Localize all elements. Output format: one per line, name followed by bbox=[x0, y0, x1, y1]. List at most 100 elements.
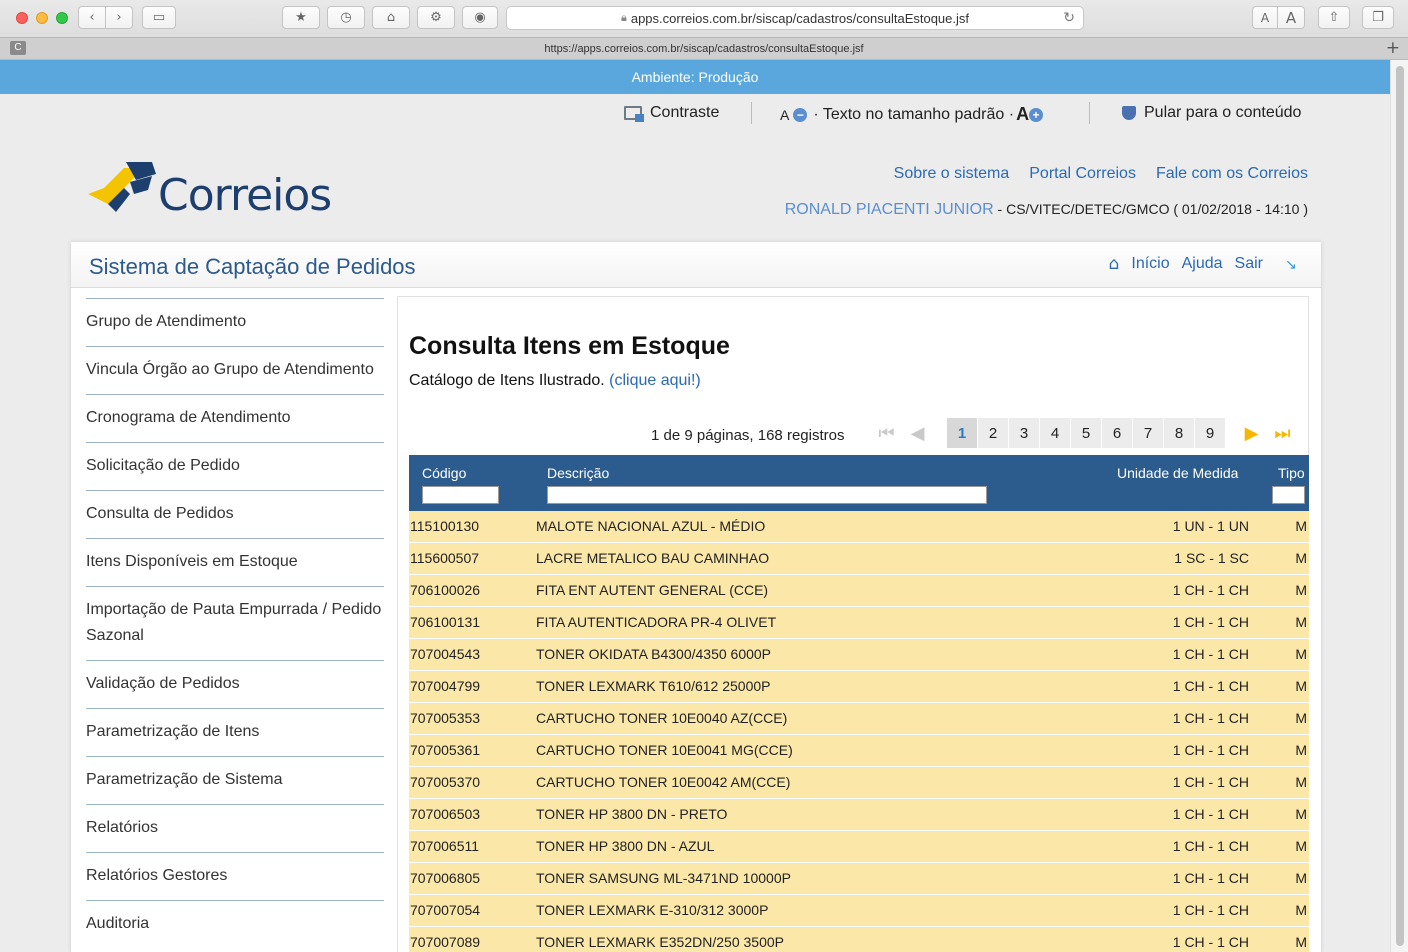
close-window-button[interactable] bbox=[16, 12, 28, 24]
table-row[interactable]: 115100130 MALOTE NACIONAL AZUL - MÉDIO 1 U… bbox=[409, 511, 1309, 543]
page-9-button[interactable]: 9 bbox=[1195, 418, 1226, 448]
sidebar-toggle-button[interactable]: ▭ bbox=[142, 6, 176, 29]
cell-descricao: CARTUCHO TONER 10E0042 AM(CCE) bbox=[536, 774, 791, 790]
table-row[interactable]: 707006511 TONER HP 3800 DN - AZUL 1 CH - 1… bbox=[409, 831, 1309, 863]
page-7-button[interactable]: 7 bbox=[1133, 418, 1164, 448]
sidebar-item-parametrizacao-sistema[interactable]: Parametrização de Sistema bbox=[86, 756, 384, 804]
cell-tipo: M bbox=[1295, 774, 1307, 790]
page-6-button[interactable]: 6 bbox=[1102, 418, 1133, 448]
page-5-button[interactable]: 5 bbox=[1071, 418, 1102, 448]
sidebar-item-relatorios[interactable]: Relatórios bbox=[86, 804, 384, 852]
page-4-button[interactable]: 4 bbox=[1040, 418, 1071, 448]
cell-unidade: 1 CH - 1 CH bbox=[1172, 774, 1249, 790]
portal-correios-link[interactable]: Portal Correios bbox=[1029, 165, 1136, 183]
reload-icon[interactable]: ↻ bbox=[1063, 10, 1075, 26]
bookmarks-button[interactable]: ★ bbox=[282, 6, 320, 29]
column-header-tipo[interactable]: Tipo bbox=[1278, 465, 1305, 481]
first-page-icon[interactable]: ⏮ bbox=[871, 418, 902, 448]
sidebar-item-grupo-atendimento[interactable]: Grupo de Atendimento bbox=[86, 298, 384, 346]
extension-button[interactable]: ◉ bbox=[462, 6, 498, 29]
descricao-filter-input[interactable] bbox=[547, 486, 987, 504]
minus-circle-icon[interactable]: − bbox=[793, 107, 808, 122]
sidebar-item-auditoria[interactable]: Auditoria bbox=[86, 900, 384, 948]
exit-link[interactable]: Sair bbox=[1235, 255, 1263, 273]
share-button[interactable]: ⇧ bbox=[1318, 6, 1350, 29]
favicon-icon: C bbox=[10, 41, 26, 55]
about-system-link[interactable]: Sobre o sistema bbox=[894, 165, 1010, 183]
table-row[interactable]: 707004543 TONER OKIDATA B4300/4350 6000P 1… bbox=[409, 639, 1309, 671]
cell-tipo: M bbox=[1295, 550, 1307, 566]
sidebar-item-relatorios-gestores[interactable]: Relatórios Gestores bbox=[86, 852, 384, 900]
table-row[interactable]: 707005370 CARTUCHO TONER 10E0042 AM(CCE) 1… bbox=[409, 767, 1309, 799]
table-row[interactable]: 707005361 CARTUCHO TONER 10E0041 MG(CCE) 1… bbox=[409, 735, 1309, 767]
table-row[interactable]: 707005353 CARTUCHO TONER 10E0040 AZ(CCE) 1… bbox=[409, 703, 1309, 735]
table-row[interactable]: 707006805 TONER SAMSUNG ML-3471ND 10000P 1… bbox=[409, 863, 1309, 895]
font-default-label[interactable]: · Texto no tamanho padrão · bbox=[813, 106, 1014, 124]
share-icon: ⇧ bbox=[1328, 10, 1340, 25]
scrollbar-thumb[interactable] bbox=[1396, 66, 1404, 946]
table-row[interactable]: 707004799 TONER LEXMARK T610/612 25000P 1 … bbox=[409, 671, 1309, 703]
contrast-toggle[interactable]: Contraste bbox=[624, 104, 719, 122]
last-page-icon[interactable]: ⏭ bbox=[1267, 418, 1298, 448]
table-row[interactable]: 707007054 TONER LEXMARK E-310/312 3000P 1 … bbox=[409, 895, 1309, 927]
page-1-button[interactable]: 1 bbox=[947, 418, 978, 448]
brand-logo-text: Correios bbox=[158, 170, 332, 221]
page-8-button[interactable]: 8 bbox=[1164, 418, 1195, 448]
home-link[interactable]: Início bbox=[1131, 255, 1169, 273]
column-header-unidade[interactable]: Unidade de Medida bbox=[1117, 465, 1238, 481]
tabs-overview-button[interactable]: ❐ bbox=[1362, 6, 1394, 29]
address-bar[interactable]: 🔒︎ apps.correios.com.br/siscap/cadastros… bbox=[506, 6, 1084, 30]
history-button[interactable]: ◷ bbox=[327, 6, 365, 29]
sidebar-item-cronograma[interactable]: Cronograma de Atendimento bbox=[86, 394, 384, 442]
table-row[interactable]: 707007089 TONER LEXMARK E352DN/250 3500P 1… bbox=[409, 927, 1309, 952]
catalog-link[interactable]: (clique aqui!) bbox=[609, 372, 701, 389]
home-button[interactable]: ⌂ bbox=[372, 6, 410, 29]
table-row[interactable]: 707006503 TONER HP 3800 DN - PRETO 1 CH - … bbox=[409, 799, 1309, 831]
codigo-filter-input[interactable] bbox=[422, 486, 499, 504]
next-page-icon[interactable]: ▶ bbox=[1236, 418, 1267, 448]
divider bbox=[751, 102, 752, 124]
column-header-descricao[interactable]: Descrição bbox=[547, 465, 609, 481]
exit-arrow-icon[interactable]: ↘ bbox=[1285, 257, 1301, 273]
plus-circle-icon[interactable]: + bbox=[1029, 107, 1044, 122]
panel-header: Sistema de Captação de Pedidos ⌂ Início … bbox=[71, 242, 1321, 288]
sidebar-item-parametrizacao-itens[interactable]: Parametrização de Itens bbox=[86, 708, 384, 756]
back-button[interactable]: ‹ bbox=[78, 6, 106, 29]
tipo-filter-input[interactable] bbox=[1272, 486, 1305, 504]
zoom-window-button[interactable] bbox=[56, 12, 68, 24]
cell-codigo: 707004799 bbox=[410, 678, 481, 694]
environment-bar: Ambiente: Produção bbox=[0, 60, 1390, 94]
cell-codigo: 707006503 bbox=[410, 806, 481, 822]
sidebar-item-vincula-orgao[interactable]: Vincula Órgão ao Grupo de Atendimento bbox=[86, 346, 384, 394]
increase-font-button[interactable]: A bbox=[1277, 6, 1305, 29]
minimize-window-button[interactable] bbox=[36, 12, 48, 24]
page-scrollbar[interactable] bbox=[1390, 60, 1408, 952]
sidebar-item-validacao-pedidos[interactable]: Validação de Pedidos bbox=[86, 660, 384, 708]
cell-codigo: 706100026 bbox=[410, 582, 481, 598]
table-row[interactable]: 115600507 LACRE METALICO BAU CAMINHAO 1 SC… bbox=[409, 543, 1309, 575]
page-title: Consulta Itens em Estoque bbox=[409, 332, 730, 360]
skip-to-content-link[interactable]: Pular para o conteúdo bbox=[1122, 104, 1301, 122]
page-2-button[interactable]: 2 bbox=[978, 418, 1009, 448]
cell-unidade: 1 CH - 1 CH bbox=[1172, 582, 1249, 598]
cell-unidade: 1 CH - 1 CH bbox=[1172, 614, 1249, 630]
tab-title[interactable]: https://apps.correios.com.br/siscap/cada… bbox=[544, 43, 863, 55]
cell-descricao: TONER LEXMARK T610/612 25000P bbox=[536, 678, 771, 694]
column-header-codigo[interactable]: Código bbox=[422, 465, 466, 481]
table-row[interactable]: 706100131 FITA AUTENTICADORA PR-4 OLIVET 1… bbox=[409, 607, 1309, 639]
contact-correios-link[interactable]: Fale com os Correios bbox=[1156, 165, 1308, 183]
sidebar-item-consulta-pedidos[interactable]: Consulta de Pedidos bbox=[86, 490, 384, 538]
settings-button[interactable]: ⚙ bbox=[417, 6, 455, 29]
page-3-button[interactable]: 3 bbox=[1009, 418, 1040, 448]
help-link[interactable]: Ajuda bbox=[1182, 255, 1223, 273]
sidebar-item-solicitacao-pedido[interactable]: Solicitação de Pedido bbox=[86, 442, 384, 490]
forward-button[interactable]: › bbox=[105, 6, 133, 29]
decrease-font-button[interactable]: A bbox=[1252, 6, 1278, 29]
previous-page-icon[interactable]: ◀ bbox=[902, 418, 933, 448]
cell-descricao: CARTUCHO TONER 10E0041 MG(CCE) bbox=[536, 742, 793, 758]
new-tab-icon[interactable]: + bbox=[1386, 38, 1400, 58]
table-row[interactable]: 706100026 FITA ENT AUTENT GENERAL (CCE) 1 … bbox=[409, 575, 1309, 607]
sidebar-item-importacao-pauta[interactable]: Importação de Pauta Empurrada / Pedido S… bbox=[86, 586, 384, 660]
sidebar-item-itens-estoque[interactable]: Itens Disponíveis em Estoque bbox=[86, 538, 384, 586]
home-icon[interactable]: ⌂ bbox=[1109, 254, 1120, 274]
